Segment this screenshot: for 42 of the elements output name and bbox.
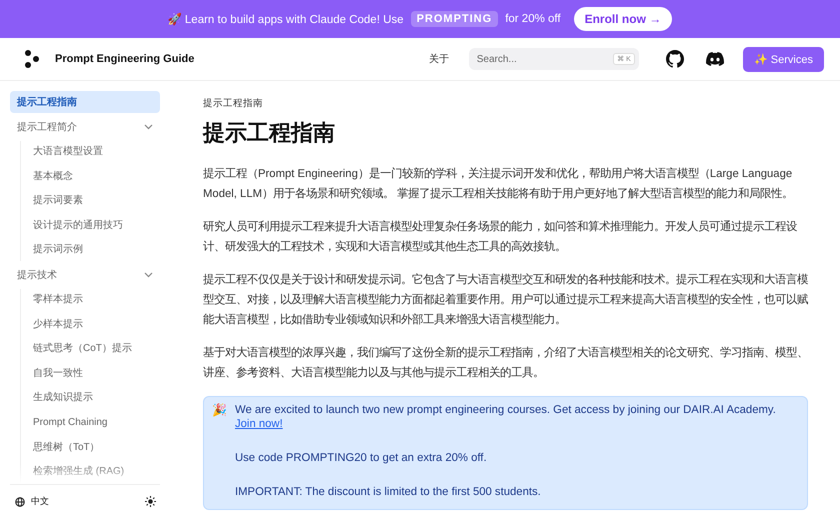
sidebar-item[interactable]: 大语言模型设置 <box>33 141 160 163</box>
discord-icon[interactable] <box>706 52 724 66</box>
about-link[interactable]: 关于 <box>428 52 449 66</box>
sidebar-item[interactable]: Prompt Chaining <box>33 412 160 434</box>
join-link[interactable]: Join now! <box>235 418 283 430</box>
sidebar-item[interactable]: 提示技术 <box>10 264 160 286</box>
sidebar-item[interactable]: 自我一致性 <box>33 362 160 385</box>
enroll-button[interactable]: Enroll now → <box>574 7 672 31</box>
sidebar-item[interactable]: 提示词示例 <box>33 239 160 262</box>
sidebar-item[interactable]: 设计提示的通用技巧 <box>33 214 160 237</box>
page-title: 提示工程指南 <box>203 119 336 147</box>
party-emoji: 🎉 <box>212 403 227 419</box>
sidebar-item[interactable]: 思维树（ToT） <box>33 436 160 459</box>
callout-text: IMPORTANT: The discount is limited to the first 500 students. <box>235 485 542 499</box>
sidebar-item[interactable]: 检索增强生成 (RAG) <box>33 461 160 484</box>
callout-text: We are excited to launch two new prompt engineering courses. Get access by joining our DAIR.AI Academy. Join now! <box>235 403 777 431</box>
paragraph: 提示工程不仅仅是关于设计和研发提示词。它包含了与大语言模型交互和研发的各种技能和技术。提示工程在实现和大语言模型交互、对接，以及理解大语言模型能力方面都起着重要作用。用户可以通过提示工程来提高大语言模型的安全性，也可以赋能大语言模型，比如借助专业领域知识和外部工具来增强大语言模型能力。 <box>203 272 808 328</box>
sidebar-item[interactable]: 提示词要素 <box>33 190 160 212</box>
site-title[interactable]: Prompt Engineering Guide <box>55 53 194 65</box>
paragraph: 提示工程（Prompt Engineering）是一门较新的学科，关注提示词开发和优化，帮助用户将大语言模型（Large Language Model, LLM）用于各场景和研究领域。 掌握了提示工程相关技能将有助于用户更好地了解大型语言模型的能力和局限性。 <box>203 166 794 202</box>
globe-icon <box>15 496 25 506</box>
promo-code: PROMPTING <box>410 11 498 27</box>
banner-text: 🚀 Learn to build apps with Claude Code! Use <box>168 12 404 26</box>
logo-icon[interactable] <box>24 50 40 68</box>
sidebar-item[interactable]: 链式思考（CoT）提示 <box>33 338 160 360</box>
sidebar-item[interactable]: 少样本提示 <box>33 314 160 336</box>
sun-icon[interactable] <box>145 496 156 507</box>
paragraph: 研究人员可利用提示工程来提升大语言模型处理复杂任务场景的能力，如问答和算术推理能力。开发人员可通过提示工程设计、研发强大的工程技术，实现和大语言模型或其他生态工具的高效接轨。 <box>203 219 798 255</box>
services-button[interactable]: ✨ Services <box>742 46 824 72</box>
sidebar-item[interactable]: 零样本提示 <box>33 288 160 311</box>
banner-text: for 20% off <box>505 13 561 25</box>
sidebar-item[interactable]: 提示工程指南 <box>10 91 160 113</box>
language-selector[interactable]: 中文 <box>15 495 49 508</box>
breadcrumb: 提示工程指南 <box>203 97 264 110</box>
paragraph: 基于对大语言模型的浓厚兴趣，我们编写了这份全新的提示工程指南，介绍了大语言模型相关的论文研究、学习指南、模型、讲座、参考资料、大语言模型能力以及与其他与提示工程相关的工具。 <box>203 345 808 381</box>
chevron-icon[interactable] <box>144 272 153 278</box>
sidebar-item[interactable]: 基本概念 <box>33 166 160 188</box>
callout-text: Use code PROMPTING20 to get an extra 20% off. <box>235 451 488 465</box>
sidebar-item[interactable]: 提示工程简介 <box>10 116 160 138</box>
github-icon[interactable] <box>666 50 684 68</box>
sidebar-item[interactable]: 生成知识提示 <box>33 387 160 410</box>
chevron-icon[interactable] <box>144 124 153 130</box>
